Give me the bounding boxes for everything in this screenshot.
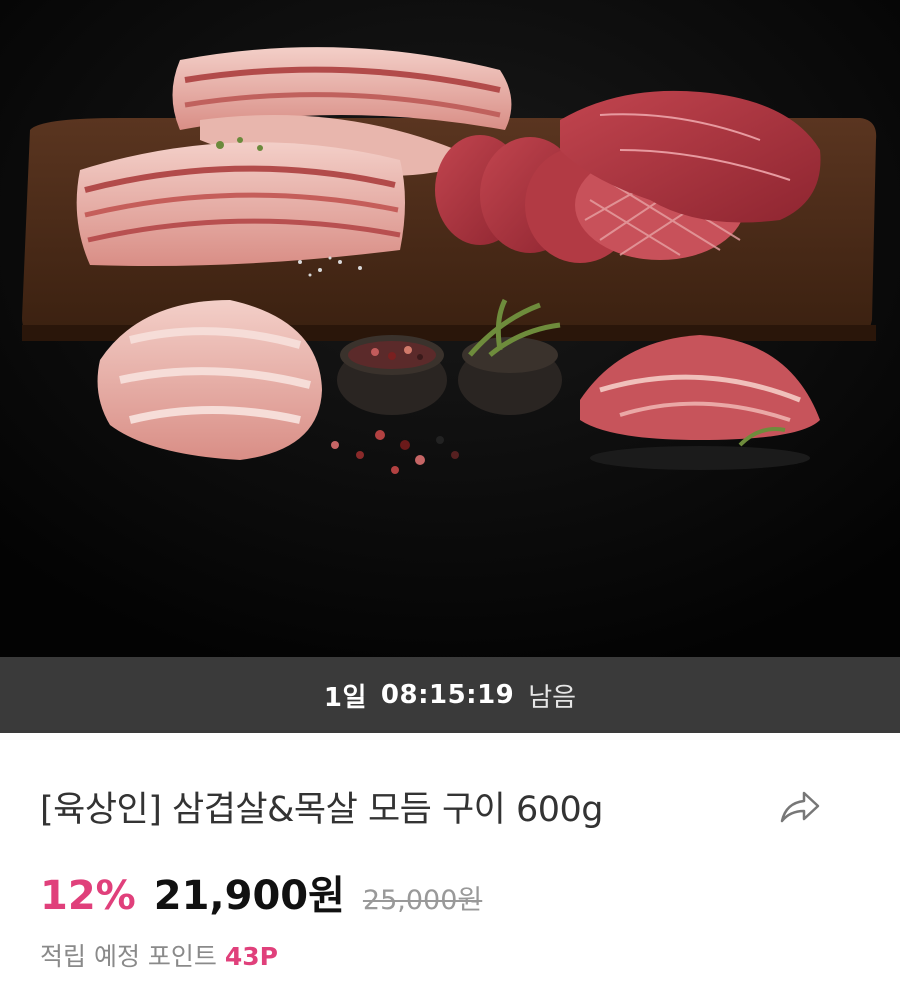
discount-rate: 12%: [40, 873, 136, 919]
original-price: 25,000원: [362, 885, 483, 916]
sale-price: 21,900원: [153, 873, 345, 919]
countdown-suffix: 남음: [528, 682, 577, 713]
product-info: [육상인] 삼겹살&목살 모듬 구이 600g 12% 21,900원 25,0…: [0, 733, 900, 973]
countdown-days: 1일: [323, 682, 367, 713]
countdown-time: 08:15:19: [380, 680, 515, 710]
product-hero-image: [0, 0, 900, 657]
deal-countdown-bar: 1일 08:15:19 남음: [0, 657, 900, 733]
peppercorn-bowl: [337, 335, 447, 415]
reward-points-row: 적립 예정 포인트 43P: [40, 937, 860, 973]
points-value: 43P: [224, 942, 278, 971]
meat-photo-illustration: [0, 0, 900, 657]
price-row: 12% 21,900원 25,000원: [40, 863, 860, 923]
share-button[interactable]: [778, 787, 822, 827]
points-label: 적립 예정 포인트: [40, 942, 217, 971]
share-arrow-icon: [780, 791, 820, 823]
title-row: [육상인] 삼겹살&목살 모듬 구이 600g: [40, 733, 860, 869]
product-title: [육상인] 삼겹살&목살 모듬 구이 600g: [40, 789, 604, 830]
